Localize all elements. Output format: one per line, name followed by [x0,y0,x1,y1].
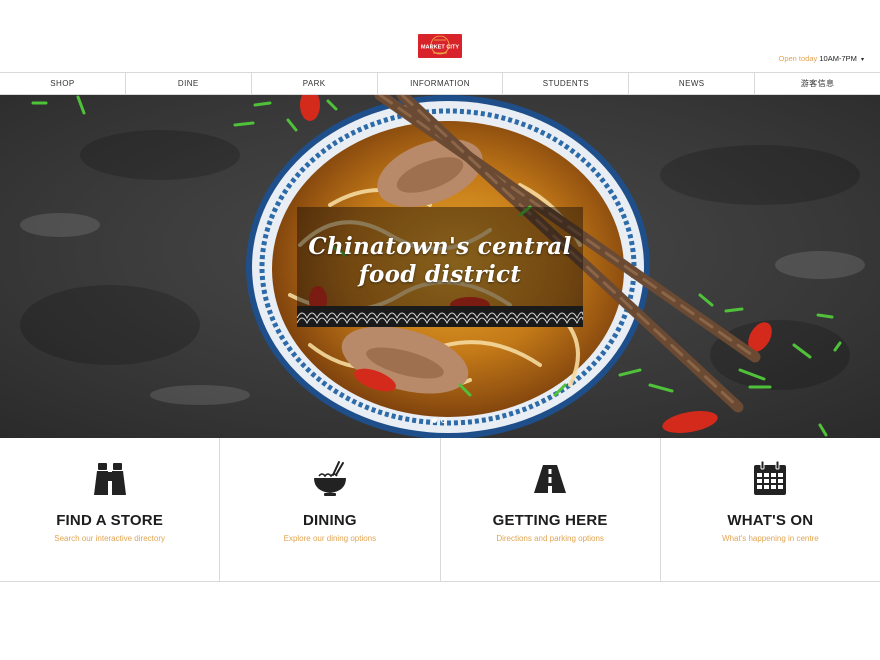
binoculars-icon [93,463,126,495]
feature-subtitle: Explore our dining options [283,534,377,543]
feature-tiles: FIND A STORE Search our interactive dire… [0,438,880,582]
nav-item-park[interactable]: PARK [252,73,378,94]
feature-getting-here[interactable]: GETTING HERE Directions and parking opti… [441,438,661,581]
logo-text: MARKET CITY [421,45,459,51]
nav-item-students[interactable]: STUDENTS [503,73,630,94]
feature-subtitle: Directions and parking options [496,534,604,543]
calendar-icon [754,460,787,495]
hero-headline[interactable]: Chinatown's central food district [297,233,583,289]
nav-item-news[interactable]: NEWS [629,73,756,94]
road-icon [534,465,567,493]
feature-title: DINING [303,512,357,529]
main-nav: SHOP DINE PARK INFORMATION STUDENTS NEWS… [0,72,880,95]
feature-subtitle: What's happening in centre [722,534,819,543]
feature-whats-on[interactable]: WHAT'S ON What's happening in centre [661,438,880,581]
hero-headline-line-1: Chinatown's central [308,233,572,260]
feature-subtitle: Search our interactive directory [54,534,165,543]
feature-title: FIND A STORE [56,512,164,529]
hero-headline-line-2: food district [358,261,522,288]
nav-item-information[interactable]: INFORMATION [378,73,504,94]
slider-dots [432,418,446,423]
nav-item-visitor-info-chinese[interactable]: 游客信息 [755,73,880,94]
chevron-down-icon[interactable]: ▾ [861,57,864,63]
feature-find-a-store[interactable]: FIND A STORE Search our interactive dire… [0,438,221,581]
opening-hours[interactable]: Open today 10AM-7PM ▾ [779,54,865,63]
feature-title: GETTING HERE [492,512,608,529]
site-header: MARKET CITY Open today 10AM-7PM ▾ [0,0,880,72]
feature-dining[interactable]: DINING Explore our dining options [220,438,441,581]
noodle-bowl-icon [313,461,346,496]
nav-item-dine[interactable]: DINE [126,73,252,94]
nav-item-shop[interactable]: SHOP [0,73,126,94]
slider-dot-1[interactable] [432,418,437,423]
wave-pattern-decoration [297,306,583,327]
feature-title: WHAT'S ON [727,512,814,529]
market-city-logo[interactable]: MARKET CITY [417,33,463,59]
hero-slider[interactable]: Chinatown's central food district [0,95,880,438]
hours-value: 10AM-7PM [819,54,857,63]
hours-label: Open today [778,54,818,63]
slider-dot-2[interactable] [441,418,446,423]
